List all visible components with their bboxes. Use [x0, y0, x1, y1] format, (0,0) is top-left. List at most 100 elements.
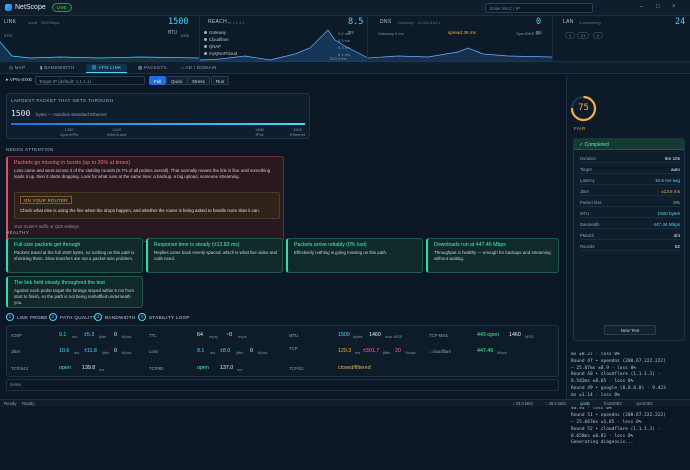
dns-spread: spread 39 ms — [448, 30, 476, 35]
log-line: 8.542ms ±8.85 · loss 0% — [571, 379, 634, 385]
run-button[interactable]: Run — [211, 76, 230, 85]
tab-bandwidth[interactable]: ▮ BANDWIDTH — [35, 64, 79, 73]
healthy-desc: Replies come back evenly spaced, which i… — [154, 250, 278, 261]
metrics-grid: ICMP 9.1 ms ±5.3 jitter 0 %loss Jitter 1… — [6, 325, 559, 377]
summary-row: Latency 10.6 ms avg — [580, 177, 680, 185]
summary-card: ✓ Completed Duration 6m 10s Target auto La… — [573, 138, 685, 341]
summary-row: PMatch 4/4 — [580, 232, 680, 240]
tab-packets[interactable]: ▦ PACKETS — [133, 64, 172, 73]
metric-tcp80-time: 137.0 — [220, 365, 234, 371]
dns-label: DNS — [380, 19, 392, 25]
step-number: 4 — [138, 313, 146, 321]
score-value: 75 — [578, 103, 589, 113]
minimize-icon[interactable]: – — [640, 4, 643, 10]
summary-row: Jitter ±13.8 ms — [580, 188, 680, 196]
metric-mtu-val: 1500 — [338, 332, 350, 338]
metric-icmp-val: 9.1 — [59, 332, 67, 338]
reach-extra: 513.3 ms — [330, 56, 347, 61]
maximize-icon[interactable]: □ — [656, 4, 660, 10]
reach-legend-myqnapcloud: myQNAPcloud — [204, 51, 237, 56]
router-advice-heading: ON YOUR ROUTER — [20, 196, 72, 204]
metric-tcp22-key: TCP/22 — [289, 366, 304, 371]
tab-map[interactable]: ◎ MAP — [4, 64, 30, 73]
section-link-probe[interactable]: 1 LINK PROBE — [6, 312, 48, 322]
vpn-label: ▸ VPN-SIXE — [6, 78, 33, 83]
link-stat[interactable]: LINK qosB · 3000Mbps 1500 MTU 37% 1006 — [0, 16, 200, 62]
app-title: NetScope — [15, 4, 46, 11]
summary-row: Packet loss 0% — [580, 199, 680, 207]
lan-stat[interactable]: LAN 3 answering 24 1 21 0 — [553, 16, 690, 62]
lan-chip-3[interactable]: 0 — [593, 32, 604, 39]
reach-stat[interactable]: REACH to 1.1.1.1 8.5 ms Gateway Cloudfla… — [200, 16, 368, 62]
metric-tcpmss-mss: 1460 — [509, 332, 521, 338]
status-down: ↓ 33.3 kB/s — [512, 401, 534, 406]
log-line: Round 52 • cloudflare (1.1.1.1) · — [571, 426, 661, 432]
section-path-quality[interactable]: 2 PATH QUALITY — [49, 312, 96, 322]
tab-ad-domain[interactable]: ⌂ AD / DOMAIN — [176, 64, 222, 73]
full-button[interactable]: Full — [149, 76, 167, 85]
metric-jitter-val: 10.6 — [59, 348, 70, 354]
lan-value: 24 — [675, 17, 686, 27]
summary-row: Target auto — [580, 166, 680, 174]
healthy-card-downloads: Downloads run at 447.46 Mbps Throughput … — [426, 238, 559, 273]
largest-value: 1500 — [11, 109, 31, 118]
step-number: 2 — [49, 313, 57, 321]
healthy-title: Full-size packets get through — [14, 242, 81, 248]
dns-stat[interactable]: DNS Gateway · 10.100.100.1 0 ms Gateway … — [368, 16, 553, 62]
warning-desc: Loss came and went across 3 of the stabi… — [14, 168, 271, 179]
app-logo: NetScope — [5, 4, 46, 11]
new-test-button[interactable]: New Test — [604, 325, 656, 335]
unit: ms — [72, 333, 78, 339]
main-panel: LARGEST PACKET THAT GETS THROUGH 1500 by… — [0, 88, 565, 399]
healthy-card-response-time: Response time is steady (±13.83 ms) Repl… — [146, 238, 283, 273]
section-bandwidth[interactable]: 3 BANDWIDTH — [94, 312, 136, 322]
tab-vpn-link[interactable]: ⛓ VPN LINK — [86, 64, 127, 73]
section-stability-loop[interactable]: 4 STABILITY LOOP — [138, 312, 190, 322]
lan-chip-2[interactable]: 21 — [577, 32, 590, 39]
dns-sub: Gateway · 10.100.100.1 — [398, 20, 441, 25]
unit: ms — [355, 349, 361, 355]
pill-label: BANDWIDTH — [105, 314, 136, 320]
healthy-title: Downloads run at 447.46 Mbps — [434, 242, 506, 248]
quick-button[interactable]: Quick — [166, 76, 188, 85]
search-input[interactable]: Enter MAC / IP — [485, 3, 593, 13]
dns-left: Gateway 0 ms — [378, 31, 404, 36]
metric-icmp-key: ICMP — [11, 333, 22, 338]
metric-tcp-jitter: ±301.7 — [363, 348, 380, 354]
log-line: Round 47 • opendns (208.67.222.222) — [571, 358, 666, 364]
healthy-title: Response time is steady (±13.83 ms) — [154, 242, 240, 248]
reach-val-0: 0.4 ms — [338, 31, 351, 36]
lan-chip-1[interactable]: 1 — [565, 32, 576, 39]
live-badge: LIVE — [51, 3, 72, 12]
summary-row: Bandwidth 447.46 Mbps — [580, 221, 680, 229]
unit: %loss — [257, 349, 268, 355]
largest-packet-card: LARGEST PACKET THAT GETS THROUGH 1500 by… — [6, 93, 310, 139]
pill-label: PATH QUALITY — [60, 314, 97, 320]
status-bar: Ready Ready ↓ 33.3 kB/s ↑ 38.5 kB/s qosB… — [0, 399, 690, 407]
metric-tcp80-key: TCP/80 — [149, 366, 164, 371]
metric-ttl-hops: ~0 — [226, 332, 233, 338]
unit: max MSS — [385, 333, 403, 339]
score-grade: FAIR — [574, 126, 586, 131]
unit: ms — [237, 366, 243, 372]
status-vpn: vpn2083 — [636, 401, 653, 406]
mark-openvpn: 1400 OpenVPN — [60, 127, 79, 137]
unit: jitter — [99, 333, 107, 339]
unit: jitter — [383, 349, 391, 355]
stress-button[interactable]: Stress — [187, 76, 210, 85]
metric-tcp443-key: TCP/443 — [11, 366, 28, 371]
metric-tcp443-val: open — [59, 365, 71, 371]
notes-input[interactable]: Notes — [6, 379, 559, 391]
target-ip-input[interactable]: Target IP (default: 1.1.1.1) — [35, 76, 145, 85]
close-icon[interactable]: × — [672, 4, 676, 10]
metric-mtu-key: MTU — [289, 333, 299, 338]
step-number: 1 — [6, 313, 14, 321]
link-sparkline — [0, 41, 199, 62]
unit: reply — [209, 333, 218, 339]
summary-row: Duration 6m 10s — [580, 155, 680, 163]
metric-icmp-jitter: ±5.3 — [84, 332, 95, 338]
link-sub: qosB · 3000Mbps — [28, 20, 60, 25]
reach-legend-cloudflare: Cloudflare — [204, 37, 229, 42]
log-line: 8.658ms ±0.81 · loss 0% — [571, 433, 634, 439]
unit: Mbps — [497, 349, 507, 355]
